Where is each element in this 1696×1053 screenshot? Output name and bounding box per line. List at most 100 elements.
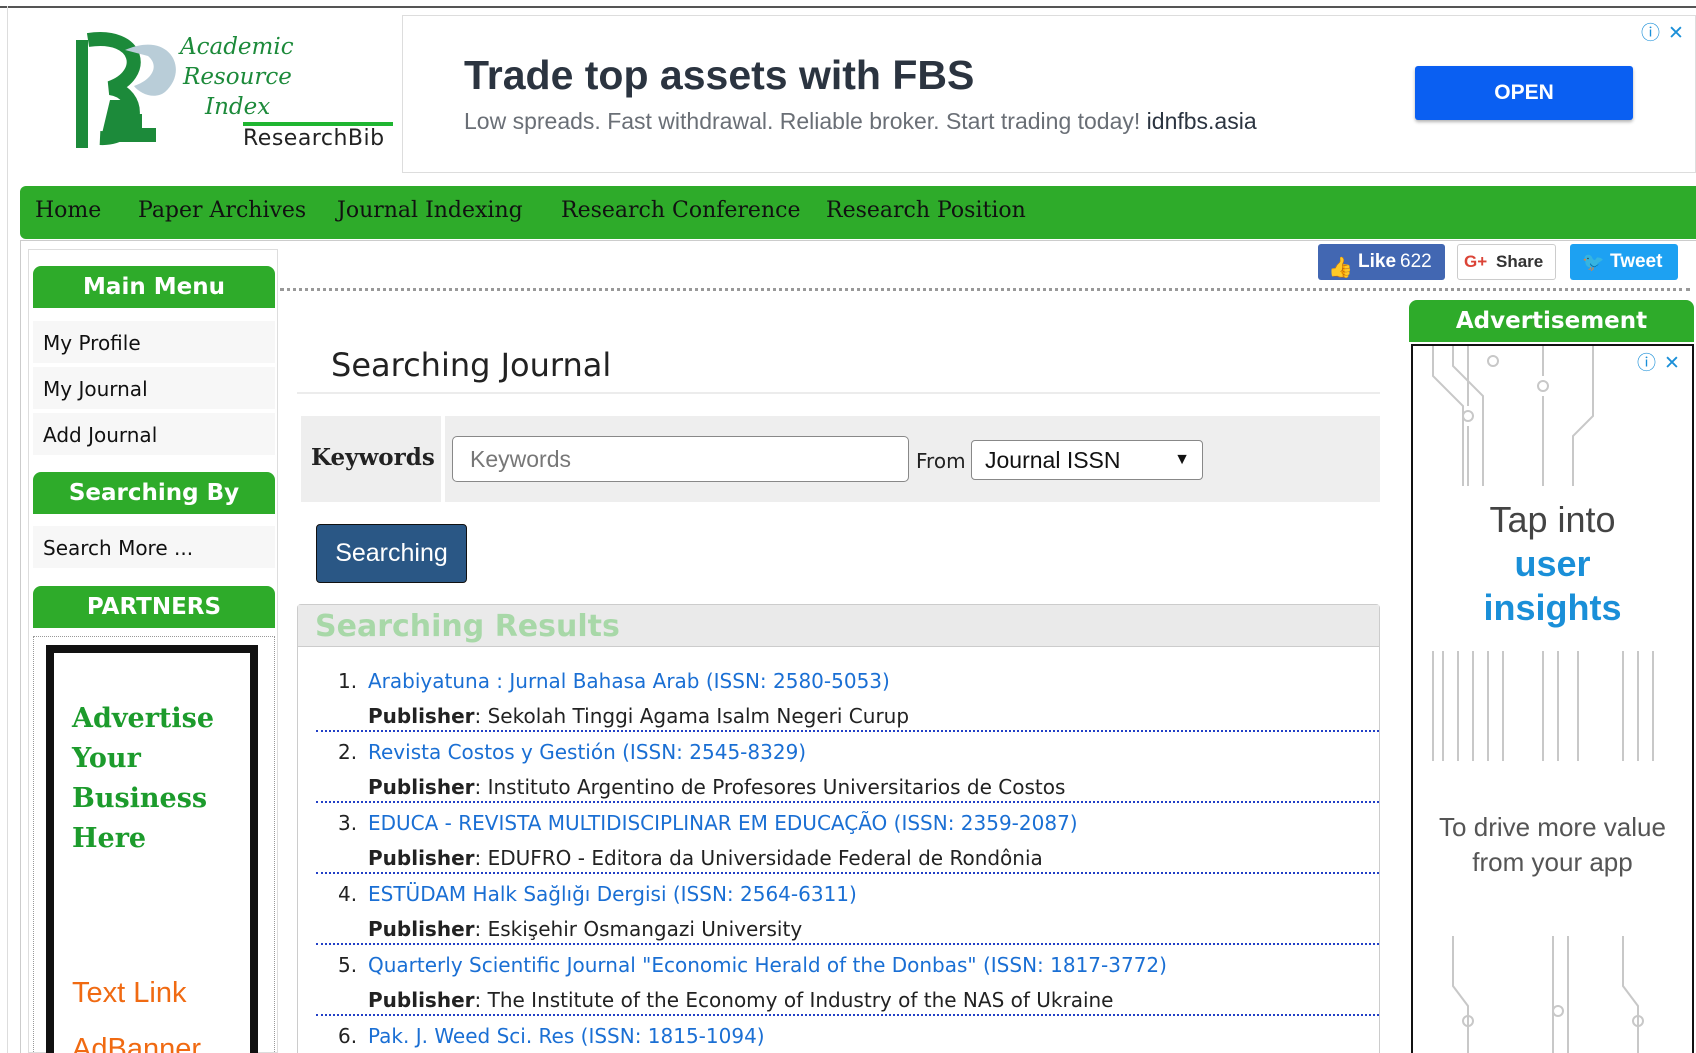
keywords-input[interactable] xyxy=(452,436,909,482)
result-publisher: Publisher: Instituto Argentino de Profes… xyxy=(368,775,1066,799)
from-label: From xyxy=(916,449,966,473)
publisher-label: Publisher xyxy=(368,704,475,728)
nav-paper-archives[interactable]: Paper Archives xyxy=(138,198,306,223)
publisher-label: Publisher xyxy=(368,988,475,1012)
result-publisher: Publisher: Eskişehir Osmangazi Universit… xyxy=(368,917,803,941)
result-number: 3. xyxy=(338,811,358,835)
nav-home[interactable]: Home xyxy=(35,198,101,223)
keywords-label: Keywords xyxy=(311,444,435,471)
search-field-select[interactable]: Journal ISSN ▼ xyxy=(971,440,1203,480)
publisher-name: Eskişehir Osmangazi University xyxy=(487,917,803,941)
info-icon[interactable]: ⓘ xyxy=(1637,352,1656,374)
main-menu-header: Main Menu xyxy=(33,266,275,308)
partners-box: Advertise Your Business Here Text Link A… xyxy=(33,636,275,1053)
tap-line-1: Tap into xyxy=(1489,499,1616,540)
advertise-line-3: Business xyxy=(72,783,208,814)
text-link[interactable]: Text Link xyxy=(72,965,201,1021)
left-border xyxy=(7,6,8,1053)
logo-line-1: Academic xyxy=(180,34,294,60)
ad-drive-text: To drive more value from your app xyxy=(1439,812,1666,877)
right-advertisement[interactable]: Tap into user insights To drive more val… xyxy=(1411,344,1694,1053)
left-sidebar: Main Menu My Profile My Journal Add Jour… xyxy=(28,249,278,1053)
result-link[interactable]: EDUCA - REVISTA MULTIDISCIPLINAR EM EDUC… xyxy=(368,811,1078,835)
result-link[interactable]: Quarterly Scientific Journal "Economic H… xyxy=(368,953,1167,977)
logo-brand: ResearchBib xyxy=(243,126,385,151)
advertise-line-1: Advertise xyxy=(72,703,215,734)
list-item: 1. Arabiyatuna : Jurnal Bahasa Arab (ISS… xyxy=(316,661,1379,732)
tweet-label: Tweet xyxy=(1610,251,1663,272)
list-item: 5. Quarterly Scientific Journal "Economi… xyxy=(316,945,1379,1016)
facebook-like-button[interactable]: 👍 Like 622 xyxy=(1318,244,1445,280)
result-number: 4. xyxy=(338,882,358,906)
top-border xyxy=(0,6,1696,8)
publisher-name: The Institute of the Economy of Industry… xyxy=(487,988,1114,1012)
info-icon[interactable]: ⓘ xyxy=(1641,22,1660,44)
result-number: 5. xyxy=(338,953,358,977)
result-number: 6. xyxy=(338,1024,358,1048)
result-link[interactable]: ESTÜDAM Halk Sağlığı Dergisi (ISSN: 2564… xyxy=(368,882,857,906)
result-link[interactable]: Revista Costos y Gestión (ISSN: 2545-832… xyxy=(368,740,806,764)
partner-links: Text Link AdBanner xyxy=(72,965,201,1053)
partner-ad-banner[interactable]: Advertise Your Business Here Text Link A… xyxy=(46,645,258,1053)
page-title: Searching Journal xyxy=(331,346,612,384)
ad-open-button[interactable]: OPEN xyxy=(1415,66,1633,120)
sidebar-item-add-journal[interactable]: Add Journal xyxy=(33,413,275,457)
ad-subtext-body: Low spreads. Fast withdrawal. Reliable b… xyxy=(464,108,1141,134)
close-icon[interactable]: ✕ xyxy=(1664,352,1680,374)
nav-journal-indexing[interactable]: Journal Indexing xyxy=(337,198,523,223)
nav-research-position[interactable]: Research Position xyxy=(826,198,1026,223)
ad-domain: idnfbs.asia xyxy=(1146,108,1257,134)
keywords-cell: Keywords xyxy=(301,416,445,502)
advertisement-header: Advertisement xyxy=(1409,300,1694,342)
list-item: 2. Revista Costos y Gestión (ISSN: 2545-… xyxy=(316,732,1379,803)
results-header: Searching Results xyxy=(298,605,1379,647)
searching-by-header: Searching By xyxy=(33,472,275,514)
ad-banner-link[interactable]: AdBanner xyxy=(72,1021,201,1053)
list-item: 3. EDUCA - REVISTA MULTIDISCIPLINAR EM E… xyxy=(316,803,1379,874)
advertise-text: Advertise Your Business Here xyxy=(72,699,214,859)
result-publisher: Publisher: Sekolah Tinggi Agama Isalm Ne… xyxy=(368,704,910,728)
thumbs-up-icon: 👍 xyxy=(1328,257,1353,279)
search-button[interactable]: Searching xyxy=(316,524,467,583)
title-divider xyxy=(297,392,1380,394)
publisher-name: EDUFRO - Editora da Universidade Federal… xyxy=(487,846,1043,870)
results-panel: Searching Results 1. Arabiyatuna : Jurna… xyxy=(297,604,1380,1053)
ad-subtext: Low spreads. Fast withdrawal. Reliable b… xyxy=(464,108,1257,135)
logo-line-3: Index xyxy=(205,94,271,120)
nav-research-conference[interactable]: Research Conference xyxy=(561,198,800,223)
publisher-label: Publisher xyxy=(368,917,475,941)
google-share-button[interactable]: G+ Share xyxy=(1457,244,1556,280)
sidebar-item-my-profile[interactable]: My Profile xyxy=(33,321,275,365)
sidebar-item-search-more[interactable]: Search More ... xyxy=(33,526,275,570)
tap-line-3: insights xyxy=(1483,587,1622,628)
ad-headline[interactable]: Trade top assets with FBS xyxy=(464,52,974,99)
search-form: Keywords From Journal ISSN ▼ xyxy=(301,416,1380,502)
result-link[interactable]: Arabiyatuna : Jurnal Bahasa Arab (ISSN: … xyxy=(368,669,890,693)
publisher-name: Sekolah Tinggi Agama Isalm Negeri Curup xyxy=(487,704,910,728)
advertise-line-2: Your xyxy=(72,743,141,774)
tweet-button[interactable]: 🐦 Tweet xyxy=(1570,244,1678,280)
list-item: 6. Pak. J. Weed Sci. Res (ISSN: 1815-109… xyxy=(316,1016,1379,1053)
result-link[interactable]: Pak. J. Weed Sci. Res (ISSN: 1815-1094) xyxy=(368,1024,765,1048)
select-value: Journal ISSN xyxy=(985,447,1121,473)
google-plus-icon: G+ xyxy=(1464,252,1488,271)
advertise-line-4: Here xyxy=(72,823,147,854)
top-ad-controls: ⓘ ✕ xyxy=(1641,18,1684,45)
result-publisher: Publisher: The Institute of the Economy … xyxy=(368,988,1114,1012)
list-item: 4. ESTÜDAM Halk Sağlığı Dergisi (ISSN: 2… xyxy=(316,874,1379,945)
ad-tap-text: Tap into user insights xyxy=(1413,498,1692,630)
logo-line-2: Resource xyxy=(183,64,292,90)
top-advertisement[interactable]: Trade top assets with FBS Low spreads. F… xyxy=(402,15,1696,173)
right-ad-controls: ⓘ ✕ xyxy=(1637,348,1680,375)
like-count: 622 xyxy=(1400,251,1432,272)
close-icon[interactable]: ✕ xyxy=(1668,22,1684,44)
dotted-divider xyxy=(280,288,1690,291)
results-title: Searching Results xyxy=(315,609,620,644)
publisher-name: Instituto Argentino de Profesores Univer… xyxy=(487,775,1066,799)
chevron-down-icon: ▼ xyxy=(1174,451,1190,468)
result-publisher: Publisher: EDUFRO - Editora da Universid… xyxy=(368,846,1043,870)
sidebar-item-my-journal[interactable]: My Journal xyxy=(33,367,275,411)
partners-header: PARTNERS xyxy=(33,586,275,628)
site-logo[interactable]: Academic Resource Index ResearchBib xyxy=(70,30,393,160)
main-navigation: Home Paper Archives Journal Indexing Res… xyxy=(20,186,1696,239)
